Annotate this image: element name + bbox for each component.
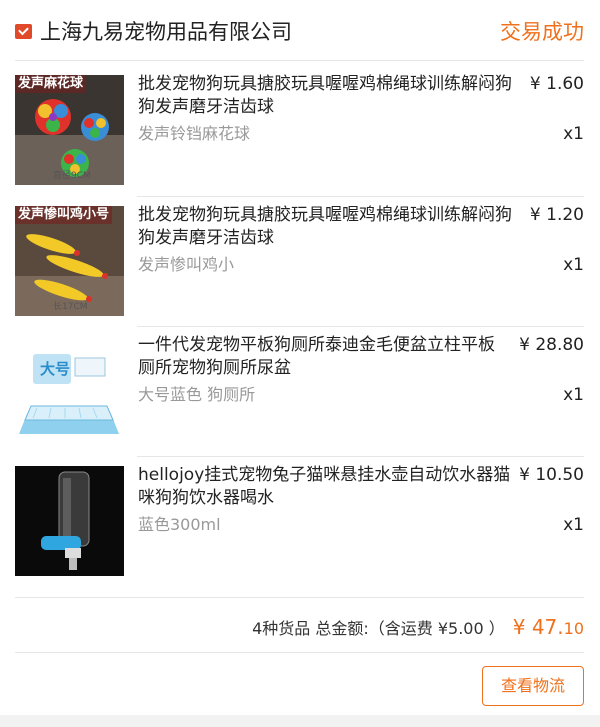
order-total: ¥ 47.10 — [513, 615, 584, 639]
water-bottle-image — [15, 466, 124, 576]
summary-text: 4种货品 总金额:（含运费 ¥5.00 ） — [252, 619, 505, 638]
product-price: ¥ 10.50 — [519, 465, 584, 485]
total-amount: ¥ 47. — [512, 615, 564, 639]
thumbnail-size: 直径9CM — [53, 171, 91, 181]
product-quantity: x1 — [563, 124, 584, 144]
product-price: ¥ 1.20 — [529, 205, 584, 225]
product-spec: 发声铃铛麻花球 — [138, 124, 251, 143]
product-spec: 大号蓝色 狗厕所 — [138, 385, 256, 404]
order-status: 交易成功 — [500, 20, 584, 44]
order-item[interactable]: hellojoy挂式宠物兔子猫咪悬挂水壶自动饮水器猫咪狗狗饮水器喝水 ¥ 10.… — [0, 452, 600, 582]
product-price: ¥ 28.80 — [519, 335, 584, 355]
order-summary: 4种货品 总金额:（含运费 ¥5.00 ） ¥ 47.10 — [252, 614, 584, 642]
total-cents: 10 — [563, 619, 584, 638]
product-thumbnail[interactable]: 发声麻花球 直径9CM — [15, 75, 124, 185]
bottom-spacer — [0, 715, 600, 727]
product-quantity: x1 — [563, 385, 584, 405]
product-price: ¥ 1.60 — [529, 74, 584, 94]
product-quantity: x1 — [563, 255, 584, 275]
product-title[interactable]: 批发宠物狗玩具搪胶玩具喔喔鸡棉绳球训练解闷狗狗发声磨牙洁齿球 — [138, 73, 523, 119]
product-thumbnail[interactable]: 发声惨叫鸡小号 长17CM — [15, 206, 124, 316]
view-logistics-button[interactable]: 查看物流 — [482, 666, 584, 706]
thumbnail-label: 大号 — [40, 360, 71, 378]
divider — [15, 597, 584, 598]
order-item[interactable]: 发声麻花球 直径9CM 批发宠物狗玩具搪胶玩具喔喔鸡棉绳球训练解闷狗狗发声磨牙洁… — [0, 61, 600, 191]
divider — [15, 652, 584, 653]
shop-icon — [15, 24, 32, 39]
product-quantity: x1 — [563, 515, 584, 535]
thumbnail-size: 长17CM — [53, 302, 88, 312]
product-thumbnail[interactable] — [15, 466, 124, 576]
product-title[interactable]: 一件代发宠物平板狗厕所泰迪金毛便盆立柱平板厕所宠物狗厕所尿盆 — [138, 334, 508, 380]
product-title[interactable]: 批发宠物狗玩具搪胶玩具喔喔鸡棉绳球训练解闷狗狗发声磨牙洁齿球 — [138, 204, 523, 250]
order-header: 上海九易宠物用品有限公司 交易成功 — [0, 0, 600, 60]
product-title[interactable]: hellojoy挂式宠物兔子猫咪悬挂水壶自动饮水器猫咪狗狗饮水器喝水 — [138, 464, 513, 510]
product-spec: 发声惨叫鸡小 — [138, 255, 235, 274]
product-spec: 蓝色300ml — [138, 515, 221, 534]
shop-name[interactable]: 上海九易宠物用品有限公司 — [40, 18, 292, 46]
product-thumbnail[interactable]: 大号 — [15, 336, 124, 446]
dog-toilet-image — [15, 336, 124, 446]
order-item[interactable]: 大号 一件代发宠物平板狗厕所泰迪金毛便盆立柱平板厕所宠物狗厕所尿盆 ¥ 28.8… — [0, 322, 600, 452]
order-item[interactable]: 发声惨叫鸡小号 长17CM 批发宠物狗玩具搪胶玩具喔喔鸡棉绳球训练解闷狗狗发声磨… — [0, 192, 600, 322]
thumbnail-label: 发声麻花球 — [15, 75, 87, 93]
thumbnail-label: 发声惨叫鸡小号 — [15, 206, 113, 224]
